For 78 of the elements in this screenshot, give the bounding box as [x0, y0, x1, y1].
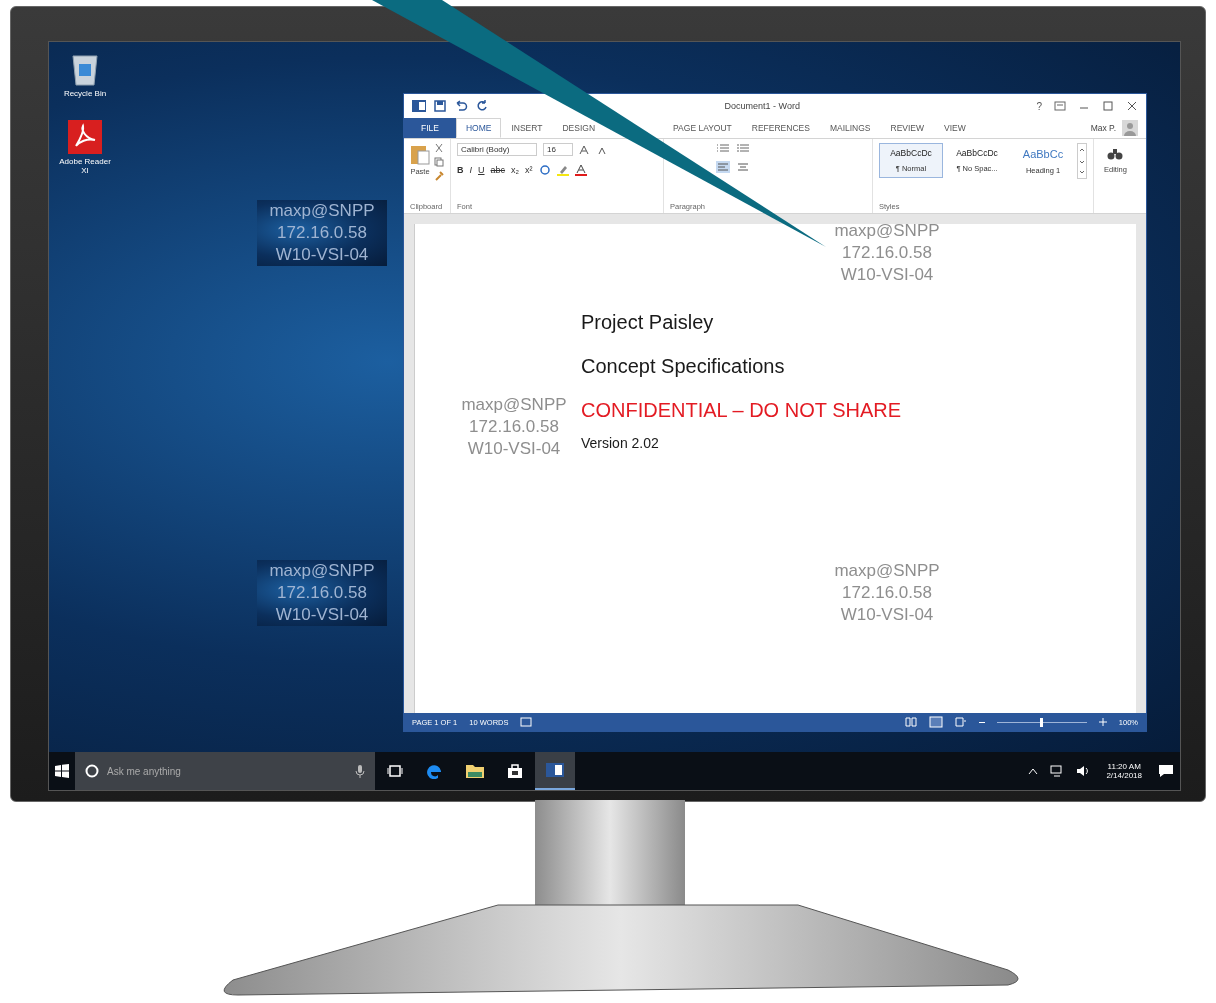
document-text: Version 2.02: [581, 434, 660, 453]
format-button[interactable]: x₂: [511, 165, 520, 175]
word-logo-icon[interactable]: [412, 100, 426, 112]
watermark-text: W10-VSI-04: [467, 438, 561, 460]
close-icon[interactable]: [1126, 101, 1138, 111]
zoom-in-icon[interactable]: [1098, 718, 1107, 726]
network-icon[interactable]: [1050, 765, 1065, 777]
trash-bin-icon[interactable]: [70, 52, 100, 86]
desktop-icon-label[interactable]: Adobe Reader XI: [57, 157, 113, 175]
web-layout-icon[interactable]: [954, 717, 967, 727]
windows-logo-icon[interactable]: [55, 764, 69, 778]
undo-icon[interactable]: [454, 100, 468, 112]
watermark-text: W10-VSI-04: [840, 264, 934, 286]
watermark-text: maxp@SNPP: [269, 560, 375, 582]
watermark-text: maxp@SNPP: [461, 394, 567, 416]
clipboard-icon[interactable]: [410, 143, 430, 165]
microphone-icon[interactable]: [355, 764, 365, 778]
watermark-text: W10-VSI-04: [275, 604, 369, 626]
watermark-text: maxp@SNPP: [834, 220, 940, 242]
highlighter-icon[interactable]: [556, 164, 569, 176]
save-icon[interactable]: [434, 100, 446, 112]
font-size-field[interactable]: 16: [543, 143, 573, 156]
window-title: Document1 - Word: [723, 101, 801, 111]
font-name-field[interactable]: Calibri (Body): [457, 143, 537, 156]
cut-icon[interactable]: [434, 143, 444, 153]
watermark-text: maxp@SNPP: [834, 560, 940, 582]
print-layout-icon[interactable]: [928, 716, 943, 728]
word-app-icon[interactable]: [535, 752, 575, 790]
text-effects-icon[interactable]: [538, 164, 551, 176]
maximize-icon[interactable]: [1102, 101, 1114, 111]
clock-time[interactable]: 11:20 AM: [1107, 762, 1141, 771]
font-color-icon[interactable]: [574, 164, 587, 176]
format-button[interactable]: x²: [525, 165, 533, 175]
ribbon-tab[interactable]: MAILINGS: [819, 118, 881, 138]
ribbon-tab[interactable]: REVIEW: [880, 118, 935, 138]
document-text: CONFIDENTIAL – DO NOT SHARE: [581, 398, 903, 423]
help-button[interactable]: ?: [1036, 100, 1042, 112]
redo-icon[interactable]: [476, 100, 488, 112]
watermark-text: 172.16.0.58: [842, 582, 932, 604]
watermark-text: maxp@SNPP: [269, 200, 375, 222]
format-button[interactable]: U: [478, 165, 485, 175]
user-name[interactable]: Max P.: [1090, 123, 1116, 133]
ribbon-tab[interactable]: REFERENCES: [741, 118, 820, 138]
format-button[interactable]: abc: [490, 165, 506, 175]
speaker-icon[interactable]: [1076, 765, 1091, 777]
pdf-reader-icon[interactable]: [68, 120, 102, 154]
ribbon-tab[interactable]: DESIGN: [552, 118, 606, 138]
ribbon-tab[interactable]: INSERT: [501, 118, 553, 138]
ribbon-display-icon[interactable]: [1054, 101, 1066, 111]
format-button[interactable]: I: [469, 165, 472, 175]
watermark-text: 172.16.0.58: [277, 582, 367, 604]
zoom-slider-thumb[interactable]: [1039, 717, 1043, 727]
search-input[interactable]: Ask me anything: [105, 764, 349, 778]
notification-icon[interactable]: [1158, 764, 1174, 778]
document-text: Project Paisley: [581, 310, 715, 335]
format-button[interactable]: B: [457, 165, 464, 175]
read-mode-icon[interactable]: [904, 717, 917, 727]
caret-up-icon[interactable]: [1028, 767, 1039, 775]
ribbon-tab[interactable]: PAGE LAYOUT: [663, 118, 742, 138]
format-painter-icon[interactable]: [434, 171, 444, 181]
gallery-scroll-icon[interactable]: [1077, 143, 1087, 179]
proofing-icon[interactable]: [520, 717, 533, 727]
watermark-text: W10-VSI-04: [275, 244, 369, 266]
clock-date[interactable]: 2/14/2018: [1106, 771, 1142, 780]
cortana-circle-icon[interactable]: [85, 764, 99, 778]
watermark-text: 172.16.0.58: [469, 416, 559, 438]
ribbon-tab[interactable]: FILE: [404, 118, 456, 138]
ribbon-tab[interactable]: HOME: [455, 118, 502, 138]
grow-font-icon[interactable]: [579, 144, 591, 155]
search-bar[interactable]: Ask me anything: [75, 752, 375, 790]
watermark-text: W10-VSI-04: [840, 604, 934, 626]
watermark-text: 172.16.0.58: [277, 222, 367, 244]
watermark-text: 172.16.0.58: [842, 242, 932, 264]
desktop-icon-label[interactable]: Recycle Bin: [57, 89, 113, 98]
binoculars-icon[interactable]: [1107, 147, 1124, 161]
copy-icon[interactable]: [434, 157, 444, 167]
document-text: Concept Specifications: [581, 354, 786, 379]
ribbon-tab[interactable]: VIEW: [934, 118, 976, 138]
